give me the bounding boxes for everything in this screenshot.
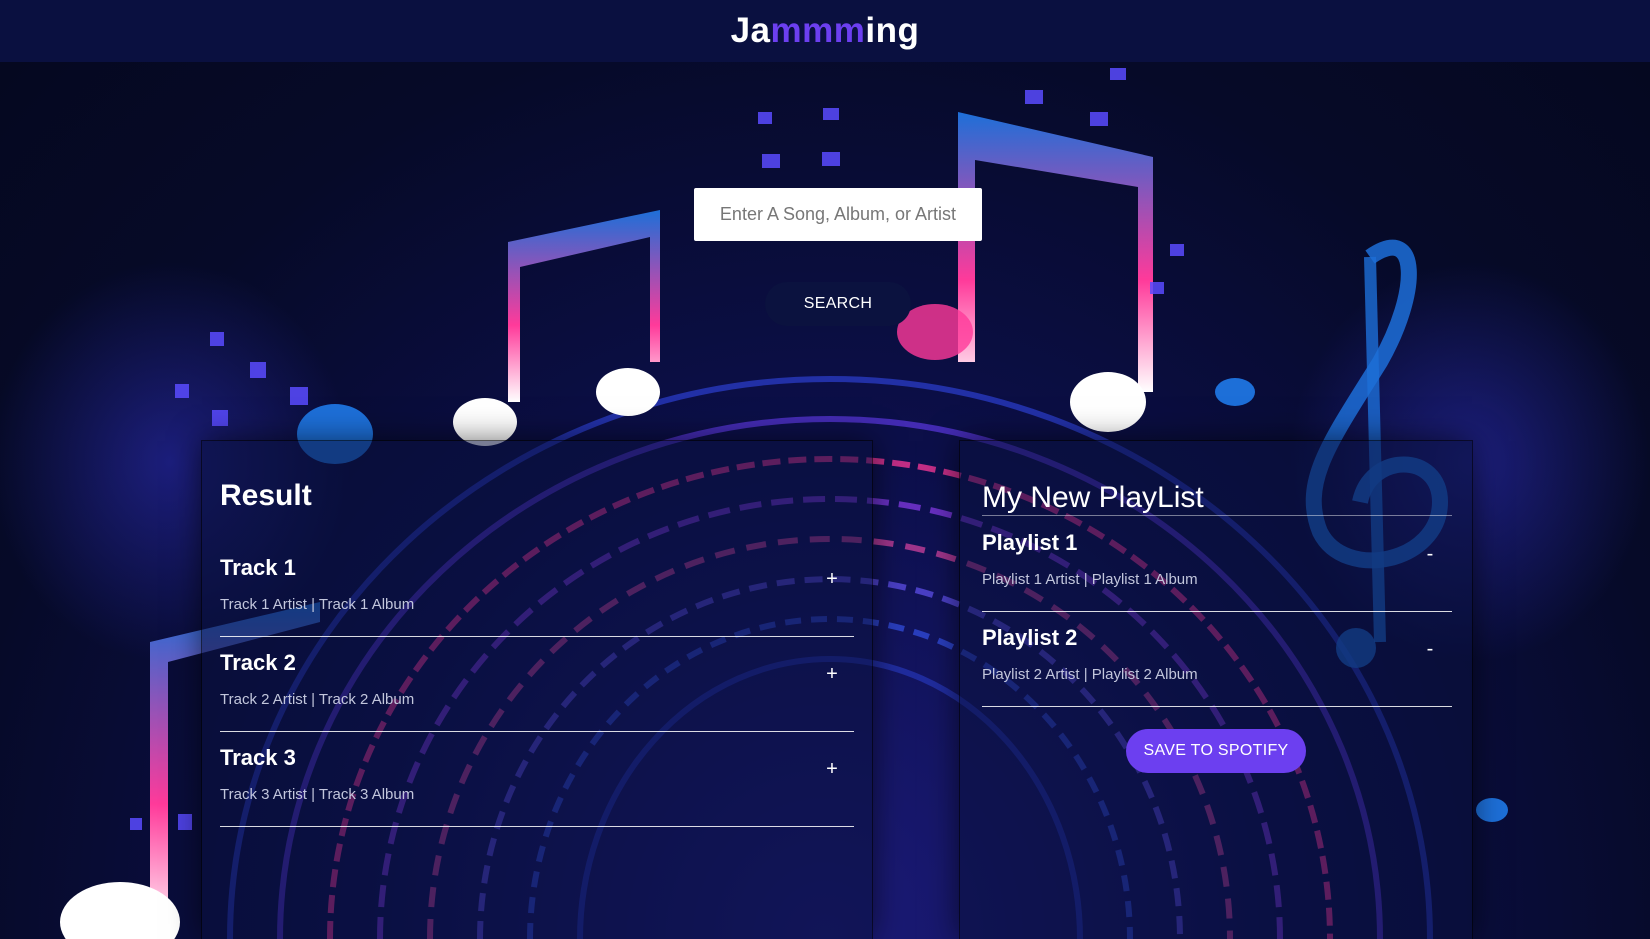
track-name: Track 2 <box>220 650 296 675</box>
app-logo: Jammming <box>731 11 920 51</box>
add-track-button[interactable]: + <box>820 662 844 686</box>
add-track-button[interactable]: + <box>820 757 844 781</box>
track-artist-album: Track 3 Artist | Track 3 Album <box>220 786 415 803</box>
track-row[interactable]: Track 1 Track 1 Artist | Track 1 Album + <box>220 541 854 637</box>
playlist-track-row[interactable]: Playlist 2 Playlist 2 Artist | Playlist … <box>982 611 1452 707</box>
remove-track-button[interactable]: - <box>1418 637 1442 661</box>
track-name: Playlist 2 <box>982 625 1078 650</box>
playlist-panel: My New PlayList Playlist 1 Playlist 1 Ar… <box>960 441 1472 939</box>
track-artist-album: Track 2 Artist | Track 2 Album <box>220 691 415 708</box>
logo-text-end: ing <box>865 11 920 50</box>
remove-track-button[interactable]: - <box>1418 542 1442 566</box>
results-panel: Result Track 1 Track 1 Artist | Track 1 … <box>202 441 872 939</box>
track-row[interactable]: Track 3 Track 3 Artist | Track 3 Album + <box>220 731 854 827</box>
search-input[interactable] <box>694 188 982 241</box>
save-to-spotify-button[interactable]: SAVE TO SPOTIFY <box>1126 729 1306 773</box>
track-name: Track 1 <box>220 555 296 580</box>
search-button[interactable]: SEARCH <box>765 282 911 326</box>
app-header: Jammming <box>0 0 1650 62</box>
track-name: Track 3 <box>220 745 296 770</box>
track-artist-album: Playlist 2 Artist | Playlist 2 Album <box>982 666 1198 683</box>
playlist-title[interactable]: My New PlayList <box>982 481 1204 515</box>
track-artist-album: Track 1 Artist | Track 1 Album <box>220 596 415 613</box>
playlist-track-row[interactable]: Playlist 1 Playlist 1 Artist | Playlist … <box>982 516 1452 612</box>
logo-text-highlight: mmm <box>770 11 866 50</box>
results-title: Result <box>220 479 312 512</box>
logo-text-start: Ja <box>730 11 771 50</box>
track-artist-album: Playlist 1 Artist | Playlist 1 Album <box>982 571 1198 588</box>
track-name: Playlist 1 <box>982 530 1078 555</box>
add-track-button[interactable]: + <box>820 567 844 591</box>
track-row[interactable]: Track 2 Track 2 Artist | Track 2 Album + <box>220 636 854 732</box>
